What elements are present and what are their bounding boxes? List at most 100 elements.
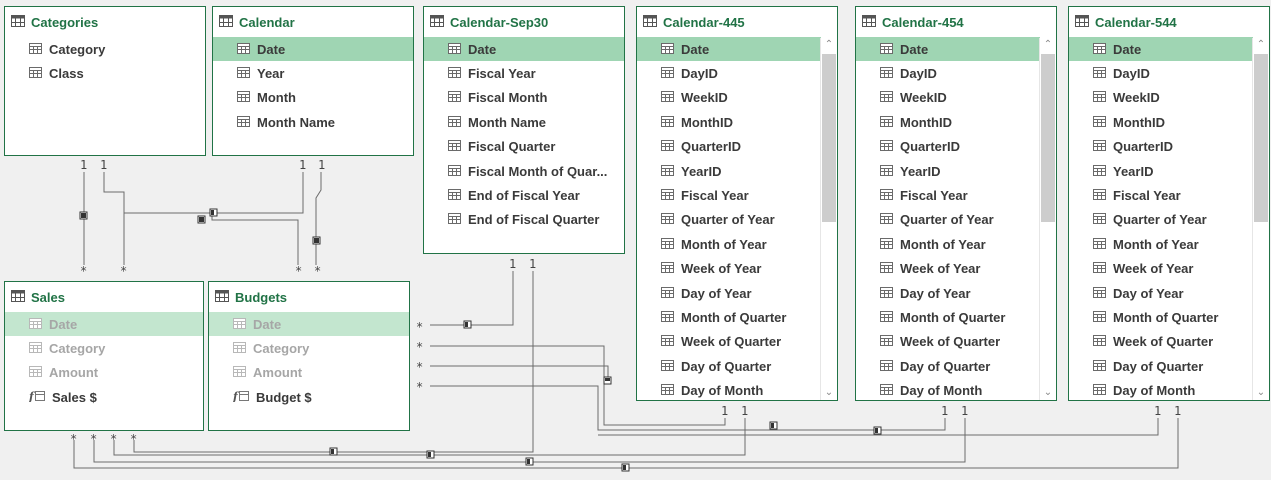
scroll-thumb[interactable] <box>1041 54 1055 222</box>
scrollbar[interactable]: ⌃ ⌄ <box>820 38 837 400</box>
scroll-up-icon[interactable]: ⌃ <box>821 38 837 52</box>
field-row[interactable]: QuarterID <box>1069 135 1253 159</box>
field-row[interactable]: Day of Quarter <box>637 354 821 378</box>
field-label: Date <box>681 41 710 57</box>
table-header[interactable]: Calendar-454 <box>856 7 1056 37</box>
scroll-down-icon[interactable]: ⌄ <box>821 386 837 400</box>
field-row[interactable]: Month of Quarter <box>1069 305 1253 329</box>
field-row[interactable]: Week of Quarter <box>637 330 821 354</box>
field-row[interactable]: DayID <box>856 61 1040 85</box>
field-row[interactable]: Week of Quarter <box>1069 330 1253 354</box>
field-row[interactable]: Amount <box>209 361 409 385</box>
scrollbar[interactable]: ⌃ ⌄ <box>1039 38 1056 400</box>
field-row[interactable]: Date <box>424 37 624 62</box>
field-row[interactable]: DayID <box>1069 61 1253 85</box>
field-row[interactable]: Month <box>213 86 413 110</box>
field-row[interactable]: Month Name <box>213 110 413 134</box>
field-row[interactable]: Month of Year <box>637 232 821 256</box>
field-row[interactable]: MonthID <box>856 110 1040 134</box>
scroll-down-icon[interactable]: ⌄ <box>1040 386 1056 400</box>
field-row[interactable]: Fiscal Year <box>424 61 624 85</box>
field-row[interactable]: Week of Year <box>856 257 1040 281</box>
field-row[interactable]: Day of Year <box>856 281 1040 305</box>
field-row[interactable]: Quarter of Year <box>1069 208 1253 232</box>
field-row[interactable]: Year <box>213 61 413 85</box>
field-row[interactable]: WeekID <box>856 86 1040 110</box>
field-row[interactable]: Category <box>209 336 409 360</box>
field-row[interactable]: End of Fiscal Year <box>424 183 624 207</box>
field-row[interactable]: Day of Quarter <box>1069 354 1253 378</box>
field-row[interactable]: Month of Quarter <box>856 305 1040 329</box>
column-icon <box>448 90 461 105</box>
field-row[interactable]: YearID <box>637 159 821 183</box>
column-icon <box>661 66 674 81</box>
field-row[interactable]: DayID <box>637 61 821 85</box>
field-row[interactable]: Amount <box>5 361 203 385</box>
table-header[interactable]: Calendar-445 <box>637 7 837 37</box>
table-budgets[interactable]: Budgets Date Category Amount f Budget $ <box>208 281 410 431</box>
field-row[interactable]: f Sales $ <box>5 385 203 409</box>
table-calendar-445[interactable]: Calendar-445 Date DayID WeekID MonthID Quarte… <box>636 6 838 401</box>
field-row[interactable]: YearID <box>856 159 1040 183</box>
field-row[interactable]: Fiscal Year <box>637 183 821 207</box>
field-row[interactable]: Date <box>5 312 203 337</box>
field-row[interactable]: YearID <box>1069 159 1253 183</box>
field-row[interactable]: Date <box>213 37 413 62</box>
field-label: MonthID <box>1113 114 1165 130</box>
field-row[interactable]: Class <box>5 61 205 85</box>
field-row[interactable]: Category <box>5 336 203 360</box>
table-header[interactable]: Budgets <box>209 282 409 312</box>
table-header[interactable]: Calendar-544 <box>1069 7 1269 37</box>
field-row[interactable]: Date <box>637 37 821 62</box>
field-row[interactable]: Week of Quarter <box>856 330 1040 354</box>
field-row[interactable]: Day of Year <box>1069 281 1253 305</box>
field-row[interactable]: Quarter of Year <box>856 208 1040 232</box>
field-row[interactable]: End of Fiscal Quarter <box>424 208 624 232</box>
table-calendar[interactable]: Calendar Date Year Month Month Name <box>212 6 414 156</box>
scroll-thumb[interactable] <box>1254 54 1268 222</box>
table-header[interactable]: Sales <box>5 282 203 312</box>
field-row[interactable]: WeekID <box>637 86 821 110</box>
table-header[interactable]: Calendar <box>213 7 413 37</box>
table-header[interactable]: Categories <box>5 7 205 37</box>
table-calendar-544[interactable]: Calendar-544 Date DayID WeekID MonthID Quarte… <box>1068 6 1270 401</box>
field-row[interactable]: Month Name <box>424 110 624 134</box>
field-row[interactable]: Day of Month <box>637 378 821 400</box>
field-row[interactable]: Fiscal Year <box>1069 183 1253 207</box>
scroll-down-icon[interactable]: ⌄ <box>1253 386 1269 400</box>
field-row[interactable]: Fiscal Month of Quar... <box>424 159 624 183</box>
table-categories[interactable]: Categories Category Class <box>4 6 206 156</box>
field-row[interactable]: Day of Year <box>637 281 821 305</box>
field-label: Class <box>49 66 84 82</box>
field-row[interactable]: Week of Year <box>1069 257 1253 281</box>
scroll-up-icon[interactable]: ⌃ <box>1040 38 1056 52</box>
field-row[interactable]: QuarterID <box>856 135 1040 159</box>
table-calendar-sep30[interactable]: Calendar-Sep30 Date Fiscal Year Fiscal Mont… <box>423 6 625 254</box>
field-row[interactable]: Month of Quarter <box>637 305 821 329</box>
field-row[interactable]: Quarter of Year <box>637 208 821 232</box>
table-header[interactable]: Calendar-Sep30 <box>424 7 624 37</box>
field-row[interactable]: Month of Year <box>1069 232 1253 256</box>
field-row[interactable]: Date <box>856 37 1040 62</box>
field-row[interactable]: f Budget $ <box>209 385 409 409</box>
field-row[interactable]: Fiscal Month <box>424 86 624 110</box>
scroll-up-icon[interactable]: ⌃ <box>1253 38 1269 52</box>
table-sales[interactable]: Sales Date Category Amount f Sales $ <box>4 281 204 431</box>
field-row[interactable]: Category <box>5 37 205 61</box>
scroll-thumb[interactable] <box>822 54 836 222</box>
scrollbar[interactable]: ⌃ ⌄ <box>1252 38 1269 400</box>
field-row[interactable]: Week of Year <box>637 257 821 281</box>
field-row[interactable]: Day of Quarter <box>856 354 1040 378</box>
field-row[interactable]: Day of Month <box>856 378 1040 400</box>
field-row[interactable]: MonthID <box>1069 110 1253 134</box>
field-row[interactable]: Month of Year <box>856 232 1040 256</box>
field-row[interactable]: Fiscal Year <box>856 183 1040 207</box>
field-row[interactable]: MonthID <box>637 110 821 134</box>
field-row[interactable]: Fiscal Quarter <box>424 135 624 159</box>
field-row[interactable]: QuarterID <box>637 135 821 159</box>
field-row[interactable]: WeekID <box>1069 86 1253 110</box>
field-row[interactable]: Date <box>209 312 409 337</box>
table-calendar-454[interactable]: Calendar-454 Date DayID WeekID MonthID Quarte… <box>855 6 1057 401</box>
field-row[interactable]: Day of Month <box>1069 378 1253 400</box>
field-row[interactable]: Date <box>1069 37 1253 62</box>
